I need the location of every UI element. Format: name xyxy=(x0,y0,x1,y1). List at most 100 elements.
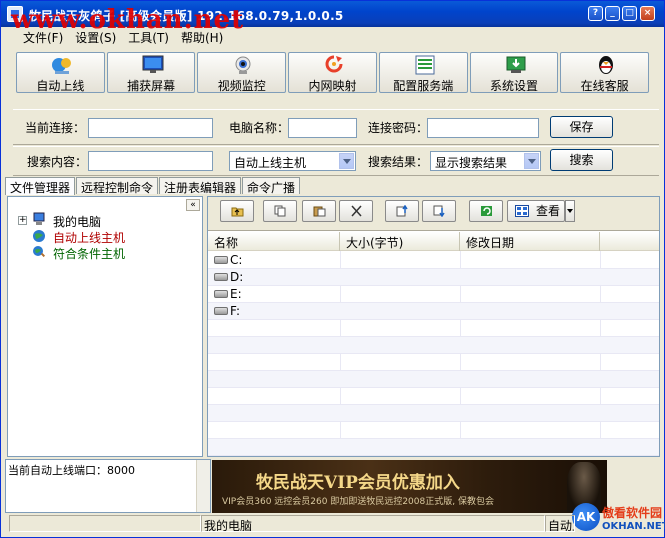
view-label: 查看 xyxy=(536,204,561,218)
search-button[interactable]: 搜索 xyxy=(550,149,613,171)
paste-button[interactable] xyxy=(302,200,336,222)
banner-title: 牧民战天VIP会员优惠加入 xyxy=(256,473,460,493)
refresh-icon xyxy=(481,206,492,216)
collapse-panel-button[interactable]: « xyxy=(186,199,200,211)
refresh-button[interactable] xyxy=(469,200,503,222)
tree-item-auto-online-hosts[interactable]: 自动上线主机 xyxy=(53,229,125,246)
status-cell-3: 自动上 xyxy=(545,515,575,532)
tab-command-broadcast[interactable]: 命令广播 xyxy=(242,177,301,195)
empty-row xyxy=(208,371,659,388)
promo-banner[interactable]: 牧民战天VIP会员优惠加入 VIP会员360 远控会员260 即加即送牧民远控2… xyxy=(212,460,607,513)
penguin-icon xyxy=(599,56,614,74)
auto-online-button[interactable]: 自动上线 xyxy=(16,52,105,93)
save-button[interactable]: 保存 xyxy=(550,116,613,138)
drive-icon xyxy=(214,290,228,298)
delete-button[interactable] xyxy=(339,200,373,222)
capture-screen-button[interactable]: 捕获屏幕 xyxy=(106,52,196,93)
log-scrollbar[interactable] xyxy=(196,460,210,512)
minimize-button[interactable]: _ xyxy=(605,6,620,21)
search-result-value: 显示搜索结果 xyxy=(435,156,508,170)
status-cell-1 xyxy=(9,515,201,532)
search-scope-value: 自动上线主机 xyxy=(234,156,307,170)
empty-row xyxy=(208,337,659,354)
intranet-map-button[interactable]: 内网映射 xyxy=(288,52,377,93)
view-dropdown-button[interactable] xyxy=(565,200,575,222)
banner-subtitle: VIP会员360 远控会员260 即加即送牧民远控2008正式版, 保教包会 xyxy=(222,497,494,507)
status-bar: 我的电脑 自动上 xyxy=(5,515,662,533)
empty-row xyxy=(208,354,659,371)
chevron-down-icon xyxy=(524,153,539,169)
tab-registry-editor[interactable]: 注册表编辑器 xyxy=(159,177,242,195)
pc-name-label: 电脑名称： xyxy=(229,121,290,135)
download-button[interactable] xyxy=(422,200,456,222)
file-row-f[interactable]: F: xyxy=(208,303,659,320)
network-map-icon xyxy=(325,55,343,73)
file-row-e[interactable]: E: xyxy=(208,286,659,303)
online-support-button[interactable]: 在线客服 xyxy=(560,52,650,93)
config-server-icon xyxy=(415,55,435,75)
drive-icon xyxy=(214,273,228,281)
download-icon xyxy=(433,205,445,217)
auto-online-label: 自动上线 xyxy=(36,79,85,93)
empty-row xyxy=(208,388,659,405)
tab-file-manager[interactable]: 文件管理器 xyxy=(5,177,76,195)
drive-icon xyxy=(214,256,228,264)
search-scope-select[interactable]: 自动上线主机 xyxy=(229,151,356,171)
status-cell-2: 我的电脑 xyxy=(201,515,545,532)
config-server-button[interactable]: 配置服务端 xyxy=(378,52,468,93)
file-browser-panel: 查看 名称 大小(字节) 修改日期 C: D: E: F: xyxy=(207,196,660,457)
file-toolbar: 查看 xyxy=(208,197,659,231)
copy-button[interactable] xyxy=(263,200,297,222)
main-toolbar: 自动上线 捕获屏幕 视频监控 内网映射 配置服务端 系统设置 在线客服 xyxy=(16,52,650,95)
empty-row xyxy=(208,422,659,439)
view-button[interactable]: 查看 xyxy=(507,200,565,222)
column-name[interactable]: 名称 xyxy=(208,232,340,251)
empty-row xyxy=(208,320,659,337)
file-row-c[interactable]: C: xyxy=(208,252,659,269)
search-result-select[interactable]: 显示搜索结果 xyxy=(430,151,541,171)
chevron-down-icon xyxy=(339,153,354,169)
maximize-button[interactable]: □ xyxy=(622,6,637,21)
copy-icon xyxy=(274,205,286,217)
column-modified[interactable]: 修改日期 xyxy=(460,232,600,251)
file-name: C: xyxy=(230,253,243,267)
host-tree-panel: « + 我的电脑 自动上线主机 符合条件主机 xyxy=(7,196,203,457)
empty-row xyxy=(208,405,659,422)
auto-online-icon xyxy=(52,58,71,74)
online-support-label: 在线客服 xyxy=(580,79,629,93)
system-settings-button[interactable]: 系统设置 xyxy=(469,52,559,93)
globe-search-icon xyxy=(33,246,46,258)
monitor-icon xyxy=(142,55,164,73)
video-monitor-label: 视频监控 xyxy=(217,79,266,93)
main-window: 牧民战天灰鸽子 [高级会员版] 192.168.0.79,1.0.0.5 ? _… xyxy=(0,0,665,538)
watermark: www.okhan.net xyxy=(11,5,245,35)
upload-button[interactable] xyxy=(385,200,419,222)
globe-icon xyxy=(33,230,45,242)
current-connection-field[interactable] xyxy=(88,118,213,138)
intranet-map-label: 内网映射 xyxy=(308,79,357,93)
help-icon[interactable]: ? xyxy=(588,6,603,21)
video-monitor-button[interactable]: 视频监控 xyxy=(197,52,287,93)
column-size[interactable]: 大小(字节) xyxy=(340,232,460,251)
password-field[interactable] xyxy=(427,118,539,138)
tab-remote-command[interactable]: 远程控制命令 xyxy=(76,177,159,195)
up-folder-button[interactable] xyxy=(220,200,254,222)
pc-name-field[interactable] xyxy=(288,118,357,138)
tree-item-matching-hosts[interactable]: 符合条件主机 xyxy=(53,245,125,262)
log-text: 当前自动上线端口：8000 xyxy=(8,464,135,477)
search-result-label: 搜索结果： xyxy=(368,155,429,169)
empty-row xyxy=(208,439,659,456)
tab-bar: 文件管理器 远程控制命令 注册表编辑器 命令广播 xyxy=(5,177,301,195)
file-name: E: xyxy=(230,287,242,301)
file-row-d[interactable]: D: xyxy=(208,269,659,286)
search-input[interactable] xyxy=(88,151,213,171)
current-connection-label: 当前连接： xyxy=(25,121,86,135)
file-name: D: xyxy=(230,270,244,284)
file-list-header: 名称 大小(字节) 修改日期 xyxy=(208,232,659,251)
system-settings-icon xyxy=(506,56,526,73)
close-button[interactable]: × xyxy=(640,6,655,21)
expand-toggle[interactable]: + xyxy=(18,216,27,225)
system-settings-label: 系统设置 xyxy=(489,79,538,93)
tree-item-my-computer[interactable]: 我的电脑 xyxy=(53,213,101,230)
paste-icon xyxy=(313,206,326,217)
